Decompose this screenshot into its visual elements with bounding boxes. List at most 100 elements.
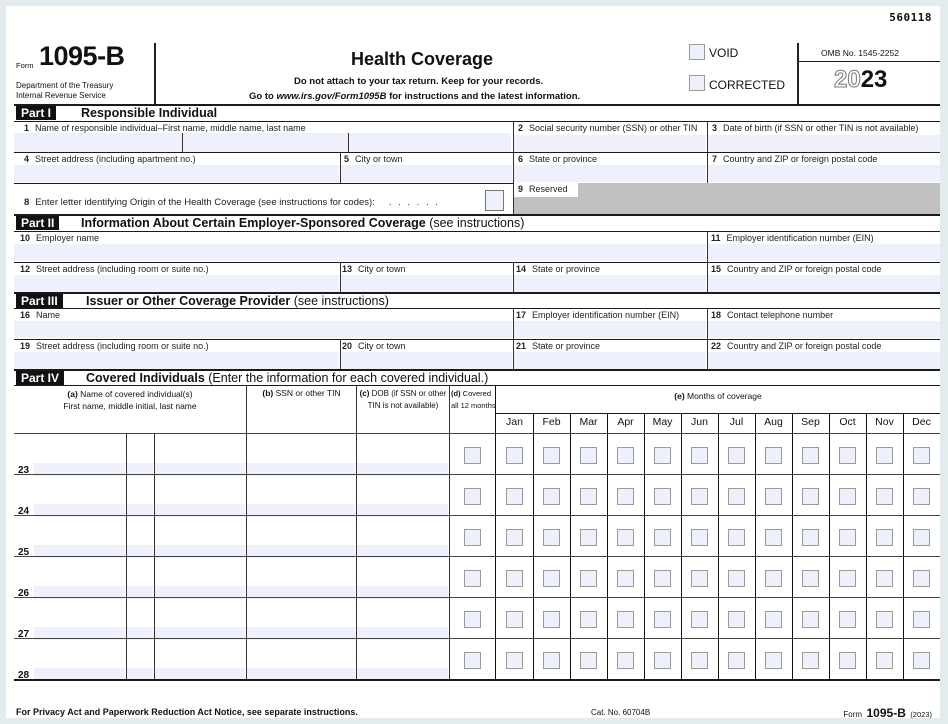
field21-input[interactable] xyxy=(514,352,706,369)
month-checkbox-oct[interactable] xyxy=(839,652,856,669)
field16-input[interactable] xyxy=(14,321,512,338)
month-checkbox-jun[interactable] xyxy=(691,447,708,464)
field13-input[interactable] xyxy=(341,275,512,292)
field12-input[interactable] xyxy=(14,275,339,292)
month-checkbox-apr[interactable] xyxy=(617,447,634,464)
month-checkbox-jan[interactable] xyxy=(506,611,523,628)
month-checkbox-jan[interactable] xyxy=(506,529,523,546)
month-checkbox-nov[interactable] xyxy=(876,529,893,546)
field4-input[interactable] xyxy=(14,165,339,182)
month-checkbox-aug[interactable] xyxy=(765,488,782,505)
month-checkbox-jul[interactable] xyxy=(728,447,745,464)
month-checkbox-apr[interactable] xyxy=(617,529,634,546)
month-checkbox-oct[interactable] xyxy=(839,529,856,546)
field11-input[interactable] xyxy=(708,244,940,261)
field8-origin-code-box[interactable] xyxy=(485,190,504,211)
covered-all-12-months-checkbox[interactable] xyxy=(464,611,481,628)
month-checkbox-nov[interactable] xyxy=(876,488,893,505)
month-checkbox-jun[interactable] xyxy=(691,652,708,669)
month-checkbox-aug[interactable] xyxy=(765,447,782,464)
covered-all-12-months-checkbox[interactable] xyxy=(464,529,481,546)
month-checkbox-jan[interactable] xyxy=(506,447,523,464)
month-checkbox-jan[interactable] xyxy=(506,488,523,505)
field22-input[interactable] xyxy=(708,352,940,369)
month-checkbox-oct[interactable] xyxy=(839,447,856,464)
covered-all-12-months-checkbox[interactable] xyxy=(464,488,481,505)
covered-all-12-months-checkbox[interactable] xyxy=(464,570,481,587)
field18-input[interactable] xyxy=(708,321,940,338)
covered-all-12-months-checkbox[interactable] xyxy=(464,447,481,464)
field3-input[interactable] xyxy=(708,135,940,152)
month-checkbox-nov[interactable] xyxy=(876,447,893,464)
month-checkbox-aug[interactable] xyxy=(765,611,782,628)
month-checkbox-jan[interactable] xyxy=(506,570,523,587)
month-checkbox-may[interactable] xyxy=(654,652,671,669)
month-checkbox-jun[interactable] xyxy=(691,529,708,546)
month-checkbox-nov[interactable] xyxy=(876,652,893,669)
month-checkbox-feb[interactable] xyxy=(543,570,560,587)
field2-input[interactable] xyxy=(514,135,706,152)
month-checkbox-feb[interactable] xyxy=(543,447,560,464)
month-checkbox-aug[interactable] xyxy=(765,570,782,587)
field7-input[interactable] xyxy=(708,165,940,182)
month-checkbox-mar[interactable] xyxy=(580,570,597,587)
month-checkbox-mar[interactable] xyxy=(580,488,597,505)
month-checkbox-jul[interactable] xyxy=(728,488,745,505)
month-checkbox-may[interactable] xyxy=(654,529,671,546)
month-checkbox-nov[interactable] xyxy=(876,611,893,628)
field20-input[interactable] xyxy=(341,352,512,369)
month-checkbox-nov[interactable] xyxy=(876,570,893,587)
month-checkbox-apr[interactable] xyxy=(617,570,634,587)
month-checkbox-sep[interactable] xyxy=(802,529,819,546)
month-checkbox-aug[interactable] xyxy=(765,652,782,669)
month-checkbox-sep[interactable] xyxy=(802,652,819,669)
month-checkbox-may[interactable] xyxy=(654,488,671,505)
month-checkbox-apr[interactable] xyxy=(617,611,634,628)
month-checkbox-jul[interactable] xyxy=(728,611,745,628)
month-checkbox-sep[interactable] xyxy=(802,447,819,464)
month-checkbox-dec[interactable] xyxy=(913,447,930,464)
month-checkbox-mar[interactable] xyxy=(580,652,597,669)
void-checkbox[interactable] xyxy=(689,44,705,60)
month-checkbox-jul[interactable] xyxy=(728,529,745,546)
month-checkbox-feb[interactable] xyxy=(543,488,560,505)
month-checkbox-mar[interactable] xyxy=(580,447,597,464)
month-checkbox-sep[interactable] xyxy=(802,488,819,505)
month-checkbox-jan[interactable] xyxy=(506,652,523,669)
field1-input[interactable] xyxy=(14,133,511,152)
month-checkbox-feb[interactable] xyxy=(543,611,560,628)
month-checkbox-feb[interactable] xyxy=(543,652,560,669)
month-checkbox-oct[interactable] xyxy=(839,611,856,628)
month-checkbox-feb[interactable] xyxy=(543,529,560,546)
month-checkbox-jun[interactable] xyxy=(691,570,708,587)
month-checkbox-dec[interactable] xyxy=(913,488,930,505)
month-checkbox-aug[interactable] xyxy=(765,529,782,546)
month-checkbox-apr[interactable] xyxy=(617,488,634,505)
field6-input[interactable] xyxy=(514,165,706,182)
month-checkbox-dec[interactable] xyxy=(913,652,930,669)
month-checkbox-jun[interactable] xyxy=(691,611,708,628)
month-checkbox-dec[interactable] xyxy=(913,611,930,628)
field10-input[interactable] xyxy=(14,244,706,261)
field17-input[interactable] xyxy=(514,321,706,338)
month-checkbox-may[interactable] xyxy=(654,570,671,587)
month-checkbox-dec[interactable] xyxy=(913,570,930,587)
field19-input[interactable] xyxy=(14,352,339,369)
month-checkbox-sep[interactable] xyxy=(802,611,819,628)
irs-link[interactable]: www.irs.gov/Form1095B xyxy=(276,91,386,102)
corrected-checkbox[interactable] xyxy=(689,75,705,91)
month-checkbox-jun[interactable] xyxy=(691,488,708,505)
month-checkbox-jul[interactable] xyxy=(728,652,745,669)
field5-input[interactable] xyxy=(341,165,512,182)
month-checkbox-sep[interactable] xyxy=(802,570,819,587)
month-checkbox-apr[interactable] xyxy=(617,652,634,669)
month-checkbox-oct[interactable] xyxy=(839,570,856,587)
month-checkbox-jul[interactable] xyxy=(728,570,745,587)
month-checkbox-mar[interactable] xyxy=(580,611,597,628)
month-checkbox-may[interactable] xyxy=(654,611,671,628)
month-checkbox-mar[interactable] xyxy=(580,529,597,546)
covered-all-12-months-checkbox[interactable] xyxy=(464,652,481,669)
month-checkbox-oct[interactable] xyxy=(839,488,856,505)
field14-input[interactable] xyxy=(514,275,706,292)
field15-input[interactable] xyxy=(708,275,940,292)
